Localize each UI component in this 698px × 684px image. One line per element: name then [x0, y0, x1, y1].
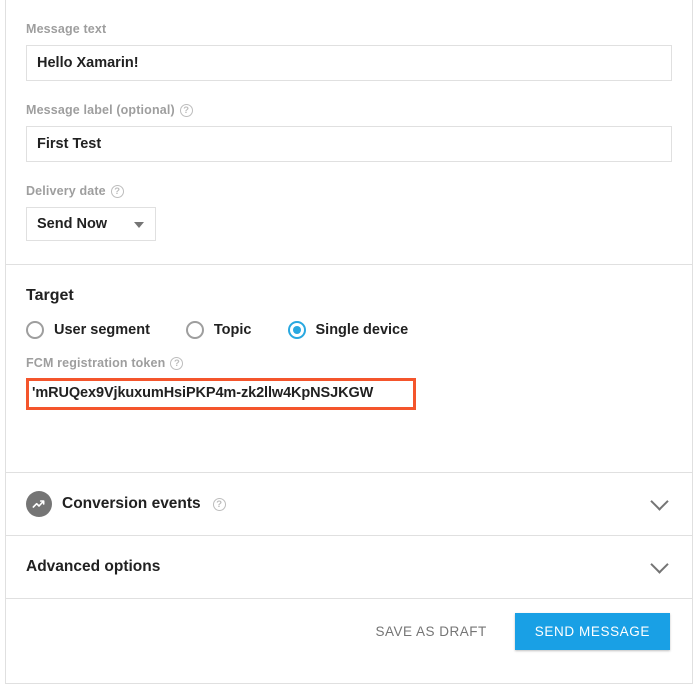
- radio-mark-icon: [186, 321, 204, 339]
- help-circle-icon[interactable]: ?: [170, 357, 183, 370]
- target-section: Target User segment Topic Single device …: [6, 265, 692, 472]
- help-circle-icon[interactable]: ?: [111, 185, 124, 198]
- radio-mark-icon: [26, 321, 44, 339]
- message-label-label-text: Message label (optional): [26, 103, 175, 117]
- delivery-date-selected-value: Send Now: [37, 216, 107, 232]
- delivery-date-label: Delivery date ?: [26, 184, 672, 198]
- target-radio-group: User segment Topic Single device: [26, 321, 672, 339]
- message-fields-section: Message text Message label (optional) ? …: [6, 0, 692, 264]
- chevron-down-icon[interactable]: [650, 555, 668, 573]
- radio-user-segment-label: User segment: [54, 322, 150, 338]
- fcm-token-field-wrapper: [26, 378, 416, 412]
- chevron-down-icon[interactable]: [650, 492, 668, 510]
- radio-topic-label: Topic: [214, 322, 252, 338]
- fcm-token-label-text: FCM registration token: [26, 356, 165, 370]
- message-text-label-text: Message text: [26, 22, 106, 36]
- save-as-draft-button[interactable]: SAVE AS DRAFT: [369, 614, 492, 649]
- message-label-input[interactable]: [26, 126, 672, 162]
- target-title: Target: [26, 287, 672, 305]
- send-message-button[interactable]: SEND MESSAGE: [515, 613, 670, 650]
- caret-down-icon: [134, 222, 144, 228]
- conversion-events-title: Conversion events: [62, 495, 201, 513]
- radio-single-device[interactable]: Single device: [288, 321, 409, 339]
- message-label-label: Message label (optional) ?: [26, 103, 672, 117]
- advanced-options-row[interactable]: Advanced options: [6, 536, 692, 598]
- help-circle-icon[interactable]: ?: [180, 104, 193, 117]
- message-composer-card: Message text Message label (optional) ? …: [5, 0, 693, 684]
- analytics-trending-up-icon: [26, 491, 52, 517]
- delivery-date-label-text: Delivery date: [26, 184, 106, 198]
- radio-single-device-label: Single device: [316, 322, 409, 338]
- message-text-input[interactable]: [26, 45, 672, 81]
- radio-user-segment[interactable]: User segment: [26, 321, 150, 339]
- help-circle-icon[interactable]: ?: [213, 498, 226, 511]
- fcm-token-input[interactable]: [26, 378, 416, 410]
- advanced-options-title: Advanced options: [26, 558, 160, 576]
- form-footer: SAVE AS DRAFT SEND MESSAGE: [6, 599, 692, 663]
- message-text-label: Message text: [26, 22, 672, 36]
- conversion-events-row[interactable]: Conversion events ?: [6, 473, 692, 535]
- radio-mark-selected-icon: [288, 321, 306, 339]
- delivery-date-select[interactable]: Send Now: [26, 207, 156, 241]
- radio-topic[interactable]: Topic: [186, 321, 252, 339]
- fcm-token-label: FCM registration token ?: [26, 356, 672, 370]
